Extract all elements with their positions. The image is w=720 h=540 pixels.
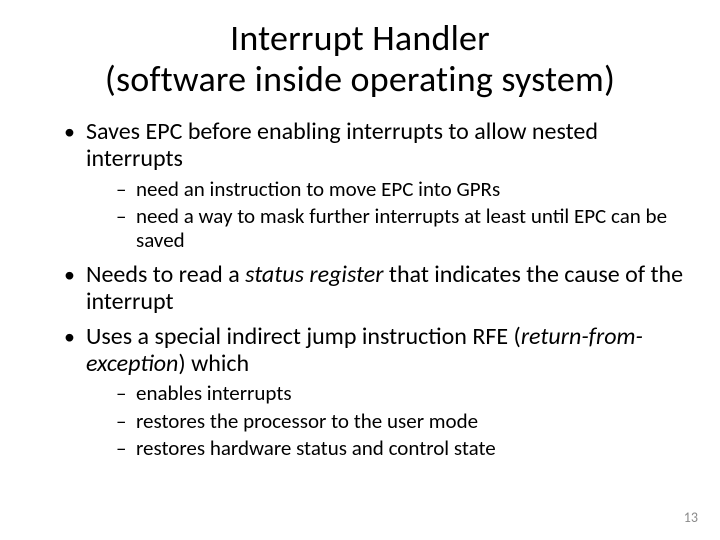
title-line-2: (software inside operating system) — [105, 57, 615, 101]
slide-title: Interrupt Handler (software inside opera… — [36, 18, 684, 101]
bullet-text: Saves EPC before enabling interrupts to … — [86, 117, 598, 173]
bullet-text: Needs to read a status register that ind… — [86, 260, 683, 316]
sub-list: need an instruction to move EPC into GPR… — [86, 177, 684, 252]
sub-item: need an instruction to move EPC into GPR… — [116, 177, 684, 201]
sub-list: enables interrupts restores the processo… — [86, 381, 684, 459]
title-line-1: Interrupt Handler — [230, 16, 490, 60]
slide: Interrupt Handler (software inside opera… — [0, 0, 720, 540]
page-number: 13 — [684, 509, 698, 526]
sub-item: restores the processor to the user mode — [116, 409, 684, 433]
bullet-item: Saves EPC before enabling interrupts to … — [64, 119, 684, 252]
sub-item: restores hardware status and control sta… — [116, 436, 684, 460]
bullet-list: Saves EPC before enabling interrupts to … — [36, 119, 684, 460]
bullet-item: Uses a special indirect jump instruction… — [64, 324, 684, 460]
bullet-item: Needs to read a status register that ind… — [64, 262, 684, 316]
sub-item: need a way to mask further interrupts at… — [116, 204, 684, 252]
sub-item: enables interrupts — [116, 381, 684, 405]
bullet-text: Uses a special indirect jump instruction… — [86, 322, 643, 378]
